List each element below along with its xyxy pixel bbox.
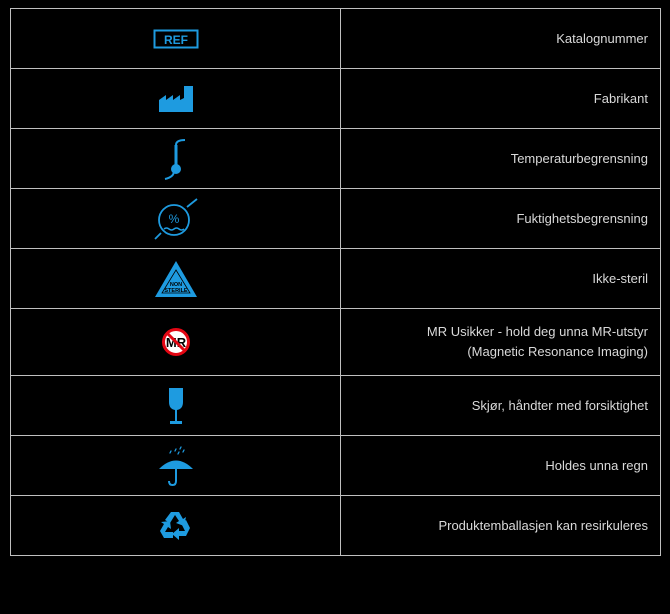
symbol-label: MR Usikker - hold deg unna MR-utstyr (Ma… — [340, 308, 661, 376]
icon-cell: NON STERILE — [10, 248, 341, 309]
fragile-glass-icon — [168, 387, 183, 424]
table-row: REF Katalognummer — [10, 8, 661, 69]
symbol-label: Holdes unna regn — [340, 435, 661, 496]
table-row: NON STERILE Ikke-steril — [10, 248, 661, 309]
icon-cell — [10, 128, 341, 189]
table-row: MR MR Usikker - hold deg unna MR-utstyr … — [10, 308, 661, 376]
non-sterile-icon: NON STERILE — [154, 260, 197, 297]
symbol-label: Fuktighetsbegrensning — [340, 188, 661, 249]
icon-cell — [10, 68, 341, 129]
symbol-label: Fabrikant — [340, 68, 661, 129]
symbol-table: REF Katalognummer Fabrikant Temperaturbe… — [10, 8, 661, 556]
humidity-icon-text: % — [168, 212, 179, 226]
recycle-icon — [159, 511, 190, 540]
non-sterile-text-bottom: STERILE — [164, 288, 188, 294]
ref-icon: REF — [153, 29, 198, 48]
table-row: Holdes unna regn — [10, 435, 661, 496]
table-row: % Fuktighetsbegrensning — [10, 188, 661, 249]
thermometer-icon — [164, 138, 185, 180]
symbol-label-line: MR Usikker - hold deg unna MR-utstyr — [426, 324, 648, 339]
icon-cell — [10, 375, 341, 436]
table-row: Produktemballasjen kan resirkuleres — [10, 495, 661, 556]
icon-cell — [10, 495, 341, 556]
icon-cell: MR — [10, 308, 341, 376]
symbol-label: Produktemballasjen kan resirkuleres — [340, 495, 661, 556]
mr-unsafe-icon: MR — [161, 328, 190, 356]
icon-cell — [10, 435, 341, 496]
table-row: Fabrikant — [10, 68, 661, 129]
symbol-label: Skjør, håndter med forsiktighet — [340, 375, 661, 436]
symbol-label: Katalognummer — [340, 8, 661, 69]
symbol-label: Ikke-steril — [340, 248, 661, 309]
symbol-label-line: (Magnetic Resonance Imaging) — [467, 344, 648, 359]
table-row: Temperaturbegrensning — [10, 128, 661, 189]
humidity-icon: % — [153, 197, 198, 240]
ref-icon-text: REF — [164, 33, 188, 47]
icon-cell: % — [10, 188, 341, 249]
table-row: Skjør, håndter med forsiktighet — [10, 375, 661, 436]
symbol-label: Temperaturbegrensning — [340, 128, 661, 189]
factory-icon — [158, 85, 193, 112]
icon-cell: REF — [10, 8, 341, 69]
umbrella-rain-icon — [158, 445, 193, 486]
